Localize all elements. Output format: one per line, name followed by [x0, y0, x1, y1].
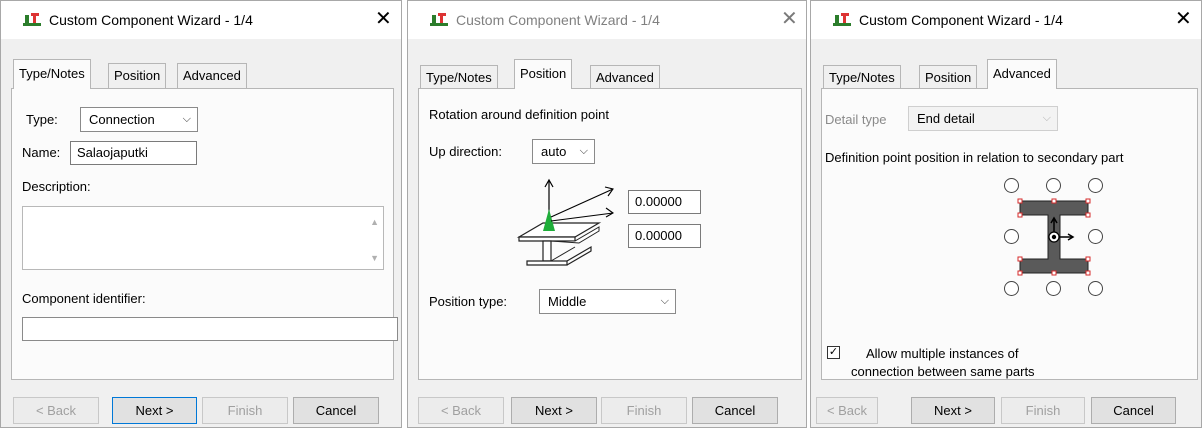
- back-button[interactable]: < Back: [13, 397, 99, 424]
- tab-advanced[interactable]: Advanced: [590, 65, 660, 90]
- app-icon: [833, 13, 851, 26]
- title-bar: Custom Component Wizard - 1/4 ✕: [811, 1, 1201, 39]
- position-type-label: Position type:: [429, 294, 508, 309]
- radio-bottom-center[interactable]: [1046, 281, 1061, 296]
- finish-button[interactable]: Finish: [1001, 397, 1085, 424]
- tab-position[interactable]: Position: [919, 65, 978, 90]
- detail-type-label: Detail type: [825, 112, 887, 127]
- next-button[interactable]: Next >: [112, 397, 197, 424]
- chevron-down-icon: ⌵: [1042, 112, 1051, 124]
- type-select-value: Connection: [89, 112, 155, 127]
- cancel-button[interactable]: Cancel: [692, 397, 778, 424]
- name-label: Name:: [22, 145, 61, 160]
- component-identifier-label: Component identifier:: [22, 291, 146, 306]
- offset-2-input[interactable]: 0.00000: [628, 224, 701, 248]
- radio-top-center[interactable]: [1046, 178, 1061, 193]
- component-identifier-input[interactable]: [22, 317, 398, 341]
- allow-multiple-label-line1: Allow multiple instances of: [866, 346, 1019, 361]
- wizard-window-position: Custom Component Wizard - 1/4 ✕ Type/Not…: [407, 0, 807, 428]
- scroll-down-icon[interactable]: ▼: [370, 253, 379, 263]
- detail-type-value: End detail: [917, 111, 975, 126]
- tab-type-notes[interactable]: Type/Notes: [420, 65, 498, 90]
- description-textarea[interactable]: ▲ ▼: [22, 206, 384, 270]
- tab-position[interactable]: Position: [108, 63, 167, 88]
- cancel-button[interactable]: Cancel: [293, 397, 379, 424]
- tab-panel-position: Rotation around definition point Up dire…: [418, 88, 802, 380]
- allow-multiple-checkbox[interactable]: ✓: [827, 346, 840, 359]
- wizard-window-advanced: Custom Component Wizard - 1/4 ✕ Type/Not…: [810, 0, 1202, 428]
- close-icon[interactable]: ✕: [781, 7, 798, 31]
- window-title: Custom Component Wizard - 1/4: [456, 12, 660, 28]
- next-button[interactable]: Next >: [511, 397, 597, 424]
- offset-1-input[interactable]: 0.00000: [628, 190, 701, 214]
- radio-top-right[interactable]: [1088, 178, 1103, 193]
- position-type-select[interactable]: Middle ⌵: [539, 289, 676, 314]
- detail-type-select[interactable]: End detail ⌵: [908, 106, 1058, 131]
- tab-type-notes[interactable]: Type/Notes: [13, 59, 91, 89]
- type-label: Type:: [26, 112, 58, 127]
- finish-button[interactable]: Finish: [601, 397, 687, 424]
- wizard-window-type-notes: Custom Component Wizard - 1/4 ✕ Type/Not…: [0, 0, 402, 428]
- window-title: Custom Component Wizard - 1/4: [49, 12, 253, 28]
- chevron-down-icon: ⌵: [660, 295, 669, 307]
- tab-advanced[interactable]: Advanced: [177, 63, 247, 88]
- back-button[interactable]: < Back: [816, 397, 878, 424]
- chevron-down-icon: ⌵: [579, 145, 588, 157]
- tab-panel-type-notes: Type: Connection ⌵ Name: Salaojaputki De…: [11, 88, 398, 380]
- name-input[interactable]: Salaojaputki: [70, 141, 197, 165]
- window-title: Custom Component Wizard - 1/4: [859, 12, 1063, 28]
- beam-rotation-illustration: [516, 178, 615, 266]
- tab-advanced[interactable]: Advanced: [987, 59, 1057, 89]
- tab-panel-advanced: Detail type End detail ⌵ Definition poin…: [821, 88, 1198, 380]
- back-button[interactable]: < Back: [418, 397, 504, 424]
- app-icon: [23, 13, 41, 26]
- finish-button[interactable]: Finish: [202, 397, 288, 424]
- cancel-button[interactable]: Cancel: [1091, 397, 1176, 424]
- title-bar: Custom Component Wizard - 1/4 ✕: [1, 1, 401, 39]
- scroll-up-icon[interactable]: ▲: [370, 217, 379, 227]
- radio-bottom-right[interactable]: [1088, 281, 1103, 296]
- radio-bottom-left[interactable]: [1004, 281, 1019, 296]
- title-bar: Custom Component Wizard - 1/4 ✕: [408, 1, 806, 39]
- position-type-value: Middle: [548, 294, 587, 309]
- up-direction-label: Up direction:: [429, 144, 502, 159]
- definition-point-label: Definition point position in relation to…: [825, 150, 1124, 165]
- chevron-down-icon: ⌵: [182, 113, 191, 125]
- app-icon: [430, 13, 448, 26]
- allow-multiple-label-line2: connection between same parts: [851, 364, 1035, 379]
- tab-type-notes[interactable]: Type/Notes: [823, 65, 901, 90]
- description-label: Description:: [22, 179, 91, 194]
- rotation-label: Rotation around definition point: [429, 107, 609, 122]
- radio-top-left[interactable]: [1004, 178, 1019, 193]
- type-select[interactable]: Connection ⌵: [80, 107, 198, 132]
- next-button[interactable]: Next >: [911, 397, 995, 424]
- radio-middle-left[interactable]: [1004, 229, 1019, 244]
- close-icon[interactable]: ✕: [375, 7, 392, 31]
- radio-middle-right[interactable]: [1088, 229, 1103, 244]
- up-direction-value: auto: [541, 144, 567, 159]
- up-direction-select[interactable]: auto ⌵: [532, 139, 595, 164]
- close-icon[interactable]: ✕: [1175, 7, 1192, 31]
- tab-position[interactable]: Position: [514, 59, 573, 89]
